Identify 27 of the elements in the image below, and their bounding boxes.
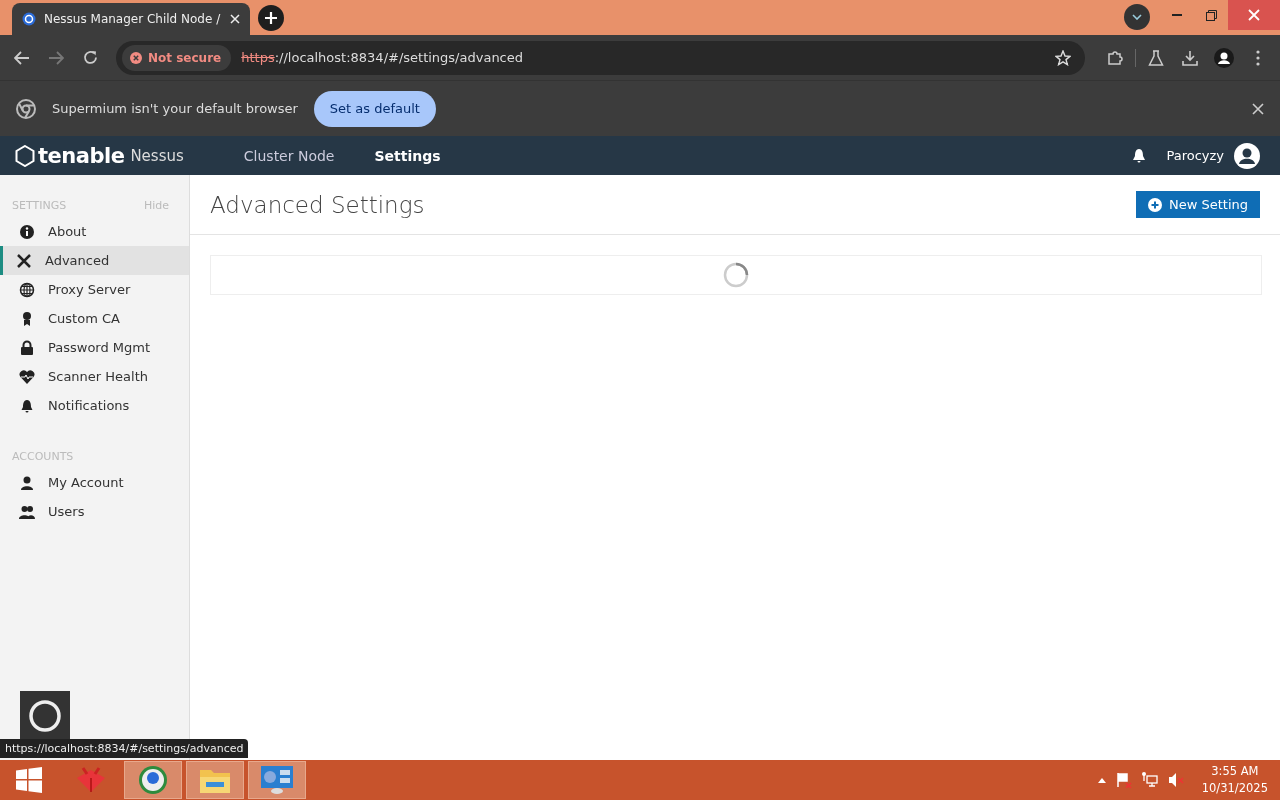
logo-product: Nessus — [130, 146, 184, 165]
section-heading: ACCOUNTS — [12, 449, 74, 463]
status-url: https://localhost:8834/#/settings/advanced — [0, 739, 249, 758]
address-bar[interactable]: Not secure https://localhost:8834/#/settings/advanced — [116, 40, 1085, 75]
sidebar-item[interactable]: My Account — [0, 468, 189, 497]
sidebar-item[interactable]: Proxy Server — [0, 275, 189, 304]
sidebar-item[interactable]: Password Mgmt — [0, 333, 189, 362]
page-title: Advanced Settings — [210, 191, 425, 218]
url-text: https://localhost:8834/#/settings/advanced — [241, 50, 525, 65]
sidebar-item[interactable]: Advanced — [0, 246, 189, 275]
nav-link[interactable]: Settings — [354, 147, 461, 164]
sidebar-item[interactable]: About — [0, 217, 189, 246]
user-name[interactable]: Parocyzy — [1166, 148, 1224, 163]
logo-brand: tenable — [38, 143, 125, 168]
sidebar-item[interactable]: Scanner Health — [0, 362, 189, 391]
browser-tab[interactable]: Nessus Manager Child Node / — [12, 3, 250, 35]
sidebar-item[interactable]: Custom CA — [0, 304, 189, 333]
clock-time[interactable]: 3:55 AM — [1211, 763, 1259, 780]
clock-date[interactable]: 10/31/2025 — [1201, 780, 1268, 797]
infobar-message: Supermium isn't your default browser — [52, 101, 298, 116]
sidebar-item[interactable]: Users — [0, 497, 189, 526]
section-heading: SETTINGS — [12, 198, 67, 212]
security-chip[interactable]: Not secure — [122, 44, 232, 71]
new-setting-button[interactable]: New Setting — [1135, 191, 1260, 218]
set-default-button[interactable]: Set as default — [313, 90, 436, 127]
nav-link[interactable]: Cluster Node — [223, 147, 355, 164]
sidebar-item[interactable]: Notifications — [0, 391, 189, 420]
